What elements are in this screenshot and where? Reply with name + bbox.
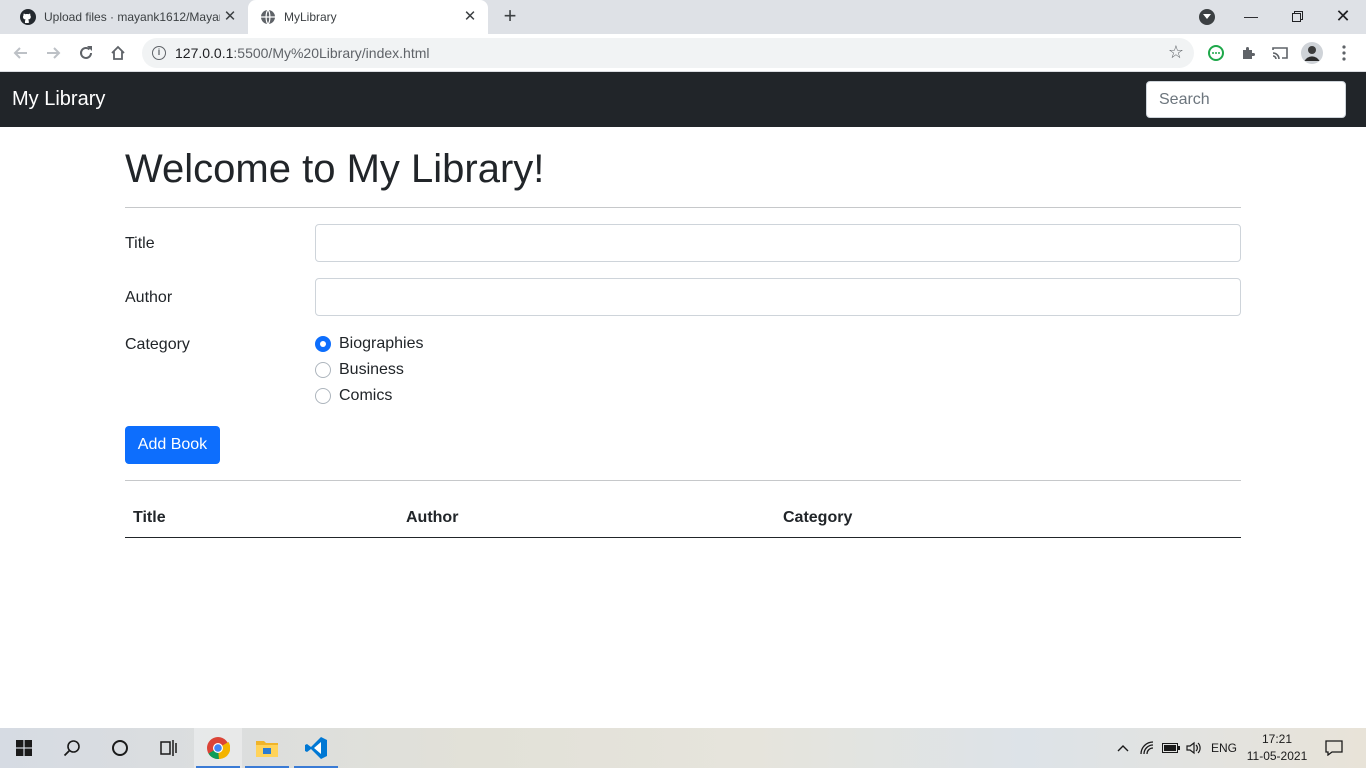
- table-header-title: Title: [133, 509, 166, 526]
- author-label: Author: [125, 289, 173, 306]
- language-indicator[interactable]: ENG: [1211, 728, 1237, 768]
- page-title: Welcome to My Library!: [125, 147, 545, 191]
- table-header-category: Category: [783, 509, 853, 526]
- radio-label: Business: [339, 361, 404, 378]
- table-header-author: Author: [406, 509, 459, 526]
- add-book-button[interactable]: Add Book: [125, 426, 220, 464]
- back-icon[interactable]: [9, 41, 33, 65]
- task-view-icon[interactable]: [144, 728, 192, 768]
- url-host: 127.0.0.1: [175, 45, 234, 61]
- table-header-border: [125, 537, 1241, 538]
- battery-icon[interactable]: [1161, 728, 1181, 768]
- globe-icon: [260, 9, 276, 25]
- reload-icon[interactable]: [74, 41, 98, 65]
- radio-checked[interactable]: [315, 336, 331, 352]
- minimize-icon[interactable]: —: [1228, 0, 1274, 32]
- search-icon[interactable]: [48, 728, 96, 768]
- url-path: :5500/My%20Library/index.html: [233, 45, 430, 61]
- tab-title: MyLibrary: [284, 10, 337, 24]
- url-text: 127.0.0.1:5500/My%20Library/index.html: [175, 45, 430, 61]
- tab-mylibrary[interactable]: MyLibrary ✕: [248, 0, 488, 34]
- site-navbar: My Library: [0, 72, 1366, 127]
- radio-label: Comics: [339, 387, 393, 404]
- radio-label: Biographies: [339, 335, 424, 352]
- browser-toolbar: i 127.0.0.1:5500/My%20Library/index.html…: [0, 34, 1366, 72]
- tab-search-icon[interactable]: [1199, 9, 1215, 25]
- radio-unchecked[interactable]: [315, 388, 331, 404]
- notifications-icon[interactable]: [1323, 728, 1345, 768]
- tab-upload-files[interactable]: Upload files · mayank1612/Mayank ✕: [8, 0, 248, 34]
- browser-tab-strip: Upload files · mayank1612/Mayank ✕ MyLib…: [0, 0, 1366, 34]
- category-option-biographies[interactable]: Biographies: [315, 332, 424, 356]
- divider: [125, 207, 1241, 208]
- star-icon[interactable]: ☆: [1168, 43, 1184, 61]
- home-icon[interactable]: [106, 41, 130, 65]
- clock-time: 17:21: [1261, 732, 1293, 746]
- search-input[interactable]: [1146, 81, 1346, 118]
- close-icon[interactable]: ✕: [222, 9, 238, 25]
- network-icon[interactable]: [1139, 728, 1157, 768]
- tab-title: Upload files · mayank1612/Mayank: [44, 10, 220, 24]
- category-option-comics[interactable]: Comics: [315, 384, 392, 408]
- cortana-icon[interactable]: [96, 728, 144, 768]
- extensions-puzzle-icon[interactable]: [1236, 41, 1260, 65]
- file-explorer-icon[interactable]: [243, 728, 291, 768]
- close-icon[interactable]: ✕: [462, 9, 478, 25]
- close-window-icon[interactable]: ✕: [1320, 0, 1366, 32]
- clock-date: 11-05-2021: [1246, 749, 1308, 763]
- category-label: Category: [125, 336, 190, 353]
- author-input[interactable]: [315, 278, 1241, 316]
- chrome-icon[interactable]: [194, 728, 242, 768]
- show-hidden-icons-icon[interactable]: [1114, 728, 1132, 768]
- divider: [125, 480, 1241, 481]
- address-bar[interactable]: i 127.0.0.1:5500/My%20Library/index.html…: [142, 38, 1194, 68]
- start-icon[interactable]: [0, 728, 48, 768]
- navbar-brand[interactable]: My Library: [12, 88, 105, 111]
- radio-unchecked[interactable]: [315, 362, 331, 378]
- forward-icon[interactable]: [41, 41, 65, 65]
- menu-kebab-icon[interactable]: [1332, 41, 1356, 65]
- new-tab-button[interactable]: +: [498, 5, 522, 29]
- profile-avatar[interactable]: [1300, 41, 1324, 65]
- info-icon[interactable]: i: [152, 46, 166, 60]
- title-label: Title: [125, 235, 155, 252]
- cast-icon[interactable]: [1268, 41, 1292, 65]
- windows-taskbar: ENG 17:21 11-05-2021: [0, 728, 1366, 768]
- extension-chat-icon[interactable]: [1204, 41, 1228, 65]
- category-option-business[interactable]: Business: [315, 358, 404, 382]
- title-input[interactable]: [315, 224, 1241, 262]
- vscode-icon[interactable]: [292, 728, 340, 768]
- github-icon: [20, 9, 36, 25]
- system-clock[interactable]: 17:21 11-05-2021: [1244, 731, 1310, 765]
- volume-icon[interactable]: [1185, 728, 1203, 768]
- restore-icon[interactable]: [1274, 0, 1320, 32]
